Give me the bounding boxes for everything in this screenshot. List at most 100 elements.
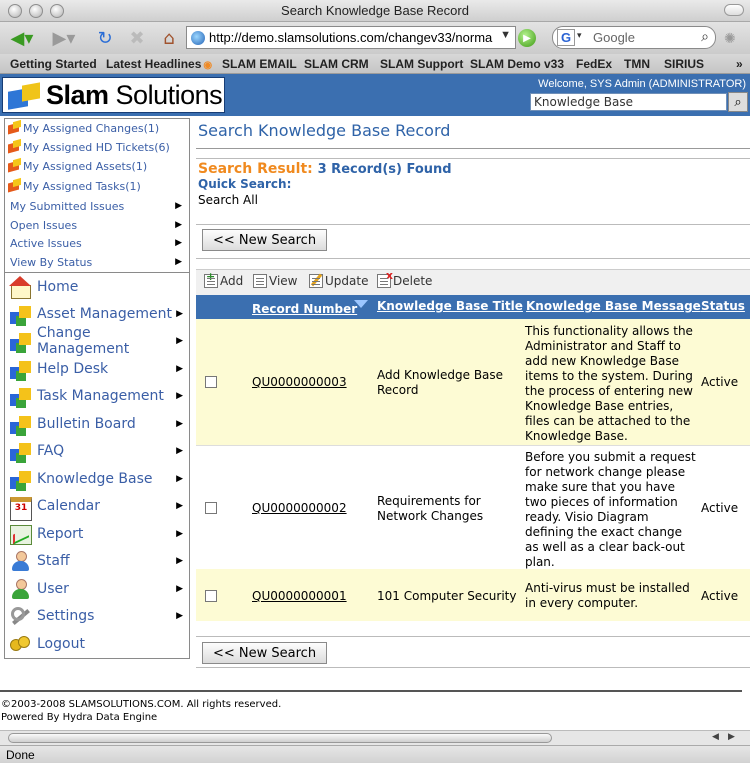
cubes-icon xyxy=(9,385,33,407)
cubes-icon xyxy=(9,330,33,352)
record-number-link[interactable]: QU0000000002 xyxy=(252,501,347,515)
staff-icon xyxy=(9,550,33,572)
submenu-open-issues[interactable]: Open Issues ▶ xyxy=(10,216,186,234)
forward-arrow-icon[interactable]: ▶▾ xyxy=(46,26,82,50)
stop-icon[interactable]: ✖ xyxy=(124,26,150,50)
sidebar-item-asset-management[interactable]: Asset Management ▶ xyxy=(9,301,187,327)
table-row: QU0000000002 Requirements for Network Ch… xyxy=(196,445,750,569)
add-button[interactable]: Add xyxy=(204,270,243,288)
sidebar-item-faq[interactable]: FAQ ▶ xyxy=(9,438,187,464)
column-knowledge-base-title[interactable]: Knowledge Base Title xyxy=(377,299,523,313)
quick-link-assigned-hd-tickets[interactable]: My Assigned HD Tickets(6) xyxy=(7,138,170,156)
kb-title: 101 Computer Security xyxy=(377,589,517,603)
search-engine-icon[interactable]: G xyxy=(557,29,575,46)
toolbar-toggle-button[interactable] xyxy=(724,4,744,16)
web-search-field[interactable]: G ▾ Google ⌕ xyxy=(552,26,716,49)
delete-button[interactable]: Delete xyxy=(377,269,432,288)
sidebar-item-settings[interactable]: Settings ▶ xyxy=(9,603,187,629)
bookmark-slam-demo[interactable]: SLAM Demo v33 xyxy=(470,57,564,71)
sidebar-item-home[interactable]: Home xyxy=(9,274,187,300)
magnifier-icon[interactable]: ⌕ xyxy=(701,28,709,45)
bookmark-getting-started[interactable]: Getting Started xyxy=(10,57,97,71)
scroll-left-arrow-icon[interactable]: ◀ xyxy=(712,732,719,742)
url-dropdown-icon[interactable]: ▼ xyxy=(500,29,511,41)
sidebar-item-staff[interactable]: Staff ▶ xyxy=(9,548,187,574)
bookmark-slam-email[interactable]: SLAM EMAIL xyxy=(222,57,297,71)
keys-icon xyxy=(9,633,33,655)
update-label: Update xyxy=(325,274,369,288)
menu-label: User xyxy=(37,581,69,597)
menu-label: Knowledge Base xyxy=(37,471,153,487)
column-knowledge-base-message[interactable]: Knowledge Base Message xyxy=(526,299,701,313)
sidebar-divider xyxy=(5,272,189,273)
submenu-view-by-status[interactable]: View By Status ▶ xyxy=(10,253,186,271)
web-search-placeholder: Google xyxy=(593,30,635,45)
back-arrow-icon[interactable]: ◀▾ xyxy=(4,26,40,50)
record-number-link[interactable]: QU0000000001 xyxy=(252,589,347,603)
quick-link-assigned-tasks[interactable]: My Assigned Tasks(1) xyxy=(7,177,141,195)
quick-search-value: Search All xyxy=(198,193,258,207)
search-engine-dropdown-icon[interactable]: ▾ xyxy=(577,30,582,41)
bookmarks-bar: Getting Started Latest Headlines ◉ SLAM E… xyxy=(0,54,750,74)
column-record-number[interactable]: Record Number xyxy=(252,302,357,316)
sidebar-item-help-desk[interactable]: Help Desk ▶ xyxy=(9,356,187,382)
status-text: Active xyxy=(701,501,739,515)
chevron-right-icon: ▶ xyxy=(176,556,183,566)
header-search-button[interactable]: ⌕ xyxy=(728,92,748,112)
status-bar: Done xyxy=(0,745,750,763)
bookmark-sirius[interactable]: SIRIUS xyxy=(664,57,704,71)
sidebar-item-knowledge-base[interactable]: Knowledge Base ▶ xyxy=(9,466,187,492)
sidebar-item-task-management[interactable]: Task Management ▶ xyxy=(9,383,187,409)
new-search-button-bottom[interactable]: << New Search xyxy=(202,642,328,664)
horizontal-scrollbar[interactable]: ◀ ▶ xyxy=(0,730,750,745)
scroll-right-arrow-icon[interactable]: ▶ xyxy=(728,732,735,742)
sidebar-item-calendar[interactable]: Calendar ▶ xyxy=(9,493,187,521)
menu-label: Help Desk xyxy=(37,361,109,377)
reload-icon[interactable]: ↻ xyxy=(92,26,118,50)
cubes-icon xyxy=(7,140,23,154)
scrollbar-thumb[interactable] xyxy=(8,733,552,743)
bookmarks-overflow-button[interactable]: » xyxy=(736,57,743,71)
chevron-right-icon: ▶ xyxy=(175,238,182,248)
sort-descending-icon[interactable] xyxy=(354,298,368,308)
view-button[interactable]: View xyxy=(253,274,297,288)
submenu-label: View By Status xyxy=(10,255,93,269)
divider xyxy=(196,224,750,225)
row-checkbox[interactable] xyxy=(205,502,217,514)
row-checkbox[interactable] xyxy=(205,376,217,388)
chevron-right-icon: ▶ xyxy=(176,309,183,319)
divider xyxy=(196,158,750,159)
bookmark-tmn[interactable]: TMN xyxy=(624,57,650,71)
sidebar-item-change-management[interactable]: Change Management ▶ xyxy=(9,325,187,357)
menu-label: Settings xyxy=(37,608,95,624)
chevron-right-icon: ▶ xyxy=(176,364,183,374)
update-button[interactable]: Update xyxy=(309,274,368,288)
cubes-icon xyxy=(7,121,23,135)
quick-search-label: Quick Search: xyxy=(198,177,292,191)
submenu-active-issues[interactable]: Active Issues ▶ xyxy=(10,234,186,252)
bookmark-latest-headlines[interactable]: Latest Headlines ◉ xyxy=(106,57,212,71)
menu-label: Report xyxy=(37,526,84,542)
chevron-right-icon: ▶ xyxy=(176,474,183,484)
sidebar-item-user[interactable]: User ▶ xyxy=(9,576,187,602)
header-search-input[interactable]: Knowledge Base xyxy=(530,93,727,111)
row-checkbox[interactable] xyxy=(205,590,217,602)
address-bar[interactable]: http://demo.slamsolutions.com/changev33/… xyxy=(186,26,516,49)
sidebar-item-logout[interactable]: Logout xyxy=(9,631,187,657)
quick-link-assigned-changes[interactable]: My Assigned Changes(1) xyxy=(7,119,159,137)
slam-solutions-logo[interactable]: Slam Solutions xyxy=(2,77,225,113)
submenu-my-submitted-issues[interactable]: My Submitted Issues ▶ xyxy=(10,197,186,215)
bookmark-fedex[interactable]: FedEx xyxy=(576,57,612,71)
column-status[interactable]: Status xyxy=(701,299,745,313)
chevron-right-icon: ▶ xyxy=(175,201,182,211)
bookmark-slam-support[interactable]: SLAM Support xyxy=(380,57,463,71)
submenu-label: Open Issues xyxy=(10,218,78,232)
home-page-icon[interactable]: ⌂ xyxy=(156,26,182,50)
sidebar-item-report[interactable]: Report ▶ xyxy=(9,521,187,547)
sidebar-item-bulletin-board[interactable]: Bulletin Board ▶ xyxy=(9,411,187,437)
quick-link-assigned-assets[interactable]: My Assigned Assets(1) xyxy=(7,157,147,175)
record-number-link[interactable]: QU0000000003 xyxy=(252,375,347,389)
go-button[interactable]: ▶ xyxy=(518,29,536,47)
new-search-button-top[interactable]: << New Search xyxy=(202,229,328,251)
bookmark-slam-crm[interactable]: SLAM CRM xyxy=(304,57,369,71)
